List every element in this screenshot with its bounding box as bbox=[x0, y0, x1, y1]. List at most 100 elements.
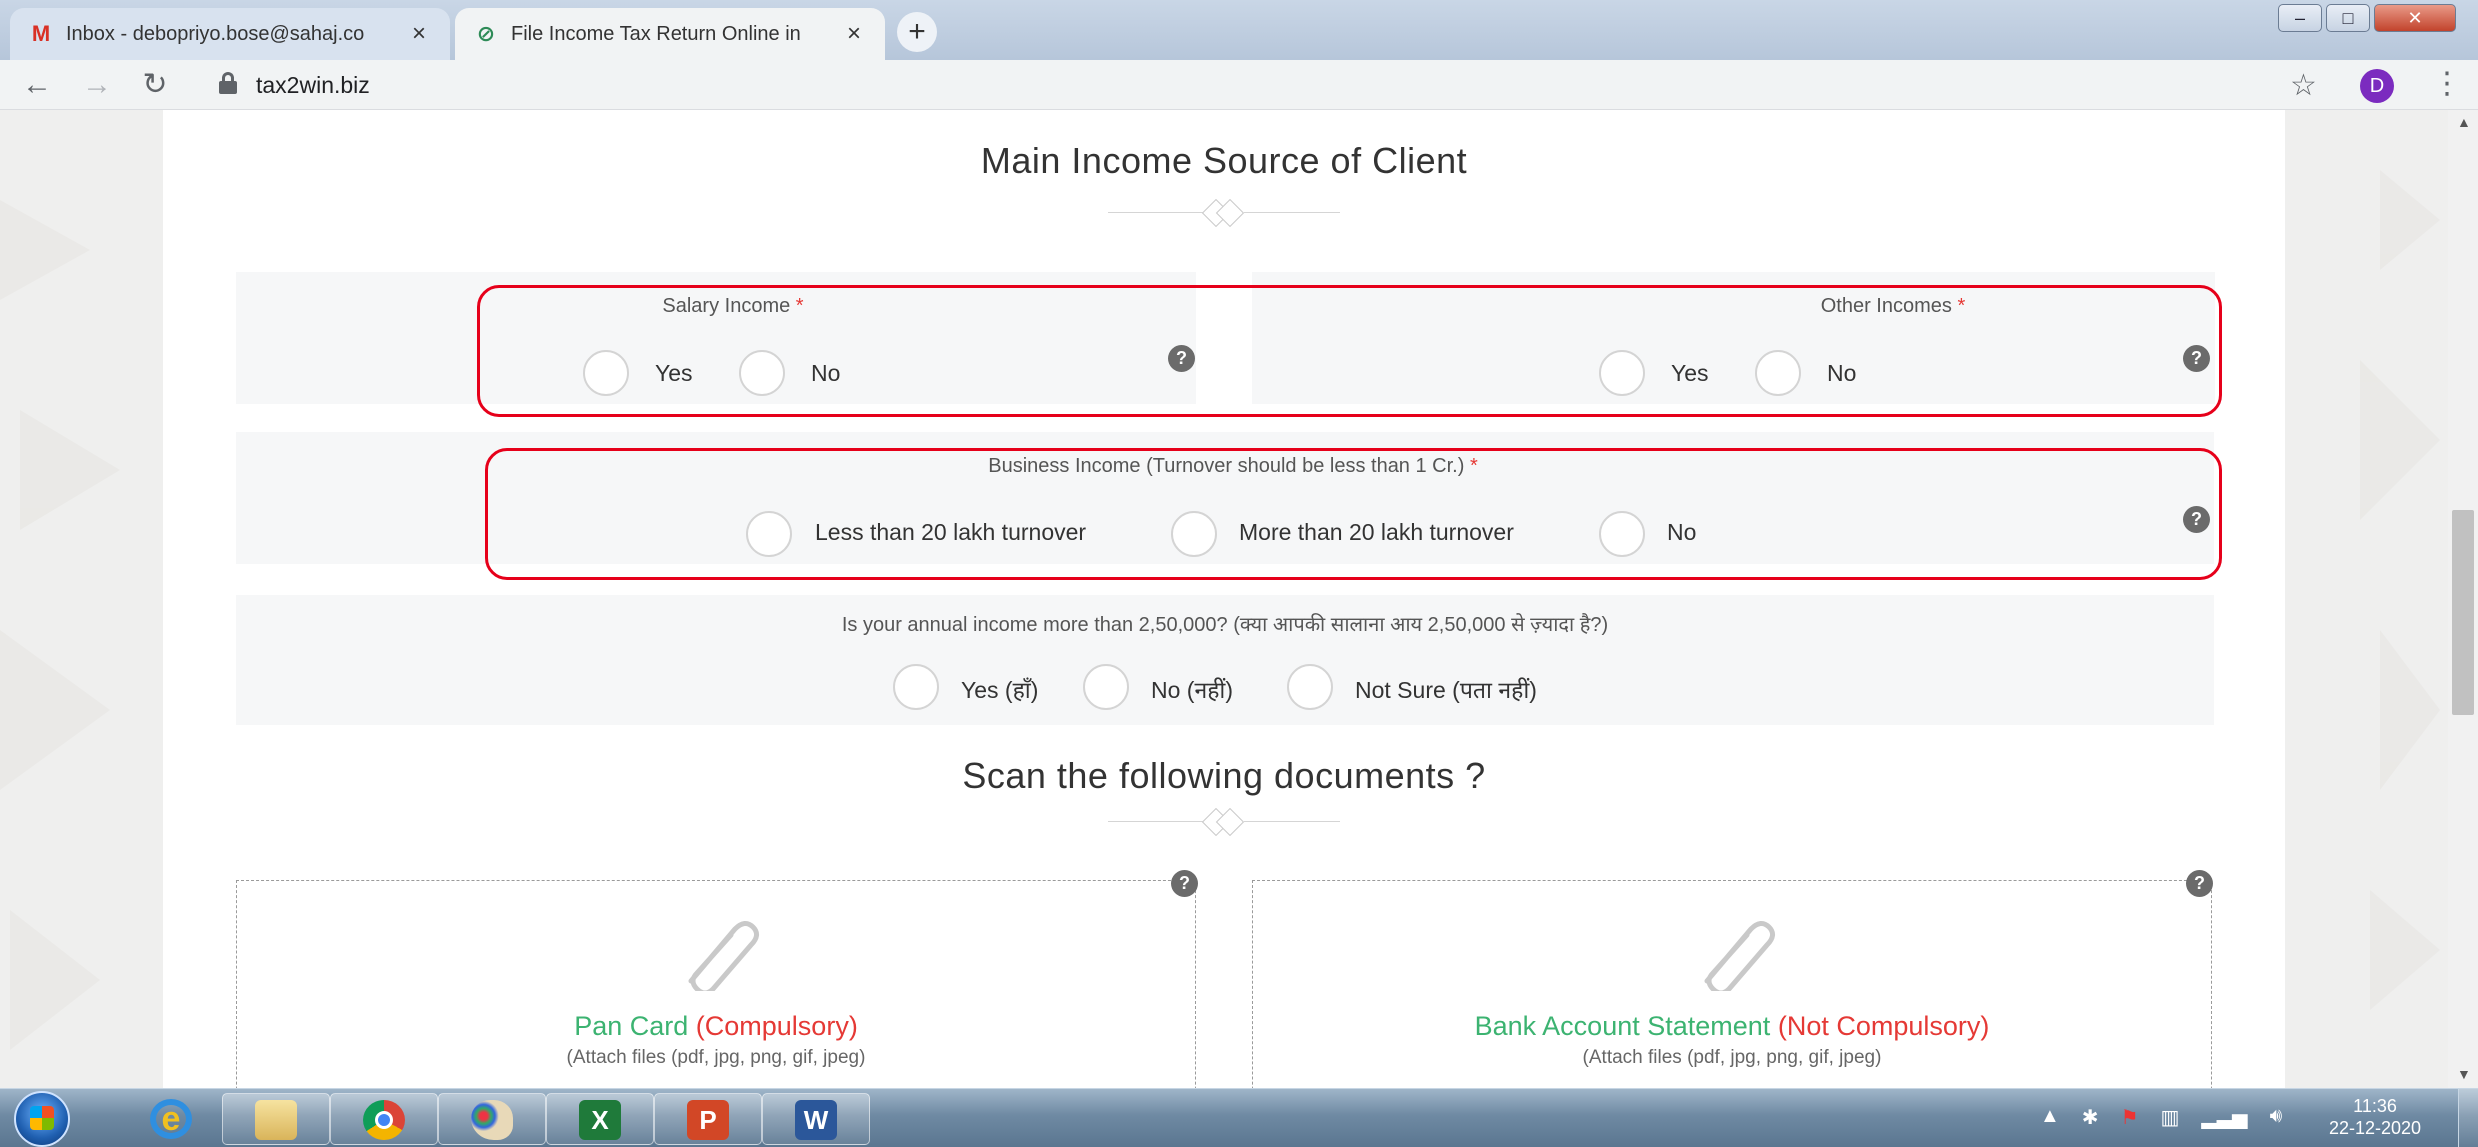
annual-yes-radio[interactable] bbox=[893, 664, 939, 710]
taskbar-excel[interactable]: X bbox=[546, 1093, 654, 1145]
pan-card-status: (Compulsory) bbox=[695, 1011, 858, 1041]
paperclip-icon bbox=[688, 921, 759, 991]
taskbar-powerpoint[interactable]: P bbox=[654, 1093, 762, 1145]
required-asterisk: * bbox=[1469, 455, 1478, 477]
annual-no-radio[interactable] bbox=[1083, 664, 1129, 710]
business-no-label[interactable]: No bbox=[1667, 519, 1696, 546]
other-yes-label[interactable]: Yes bbox=[1671, 360, 1709, 387]
income-section-title: Main Income Source of Client bbox=[980, 140, 1468, 181]
gmail-icon: M bbox=[31, 21, 51, 46]
taskbar-clock[interactable]: 11:36 22-12-2020 bbox=[2320, 1095, 2430, 1139]
business-no-radio[interactable] bbox=[1599, 511, 1645, 557]
window-controls: – □ ✕ bbox=[2278, 4, 2456, 32]
salary-no-radio[interactable] bbox=[739, 350, 785, 396]
show-desktop-button[interactable] bbox=[2458, 1089, 2478, 1147]
bank-statement-name: Bank Account Statement bbox=[1474, 1011, 1771, 1041]
menu-kebab-icon[interactable]: ⋮ bbox=[2432, 66, 2462, 101]
minimize-button[interactable]: – bbox=[2278, 4, 2322, 32]
business-more-20-lakh-label[interactable]: More than 20 lakh turnover bbox=[1239, 519, 1514, 546]
bank-statement-status: (Not Compulsory) bbox=[1777, 1011, 1990, 1041]
reload-icon[interactable]: ↻ bbox=[136, 66, 174, 104]
scroll-down-arrow-icon[interactable]: ▼ bbox=[2457, 1066, 2471, 1082]
paint-icon bbox=[471, 1100, 513, 1140]
business-income-label-text: Business Income (Turnover should be less… bbox=[988, 455, 1465, 477]
volume-icon[interactable]: 🔊︎ bbox=[2270, 1105, 2283, 1130]
forward-arrow-icon[interactable]: → bbox=[78, 66, 116, 104]
annual-no-label[interactable]: No (नहीं) bbox=[1151, 673, 1233, 705]
bluetooth-icon[interactable]: ✱ bbox=[2082, 1105, 2099, 1130]
windows-logo-icon bbox=[30, 1106, 54, 1130]
salary-income-label-text: Salary Income bbox=[662, 295, 791, 317]
salary-yes-radio[interactable] bbox=[583, 350, 629, 396]
maximize-button[interactable]: □ bbox=[2326, 4, 2370, 32]
word-icon: W bbox=[795, 1100, 837, 1140]
other-help-icon[interactable]: ? bbox=[2183, 345, 2210, 372]
taskbar-file-explorer[interactable] bbox=[222, 1093, 330, 1145]
bank-statement-help-icon[interactable]: ? bbox=[2186, 870, 2213, 897]
salary-yes-label[interactable]: Yes bbox=[655, 360, 693, 387]
bookmark-star-icon[interactable]: ☆ bbox=[2290, 68, 2317, 103]
pan-card-hint: (Attach files (pdf, jpg, png, gif, jpeg) bbox=[566, 1047, 866, 1068]
scroll-up-arrow-icon[interactable]: ▲ bbox=[2457, 114, 2471, 130]
new-tab-button[interactable]: + bbox=[897, 12, 937, 52]
profile-avatar[interactable]: D bbox=[2360, 69, 2394, 103]
chrome-icon bbox=[363, 1100, 405, 1140]
section-divider bbox=[1108, 807, 1340, 837]
annual-not-sure-label[interactable]: Not Sure (पता नहीं) bbox=[1355, 673, 1537, 705]
other-incomes-label: Other Incomes * bbox=[1543, 295, 2243, 318]
vertical-scrollbar[interactable]: ▲ ▼ bbox=[2448, 110, 2478, 1088]
signal-icon[interactable]: ▂▃▅ bbox=[2201, 1105, 2247, 1130]
show-hidden-icons-arrow-icon[interactable]: ▲ bbox=[2040, 1105, 2060, 1130]
bank-statement-title: Bank Account Statement (Not Compulsory) bbox=[1253, 1011, 2211, 1042]
section-divider bbox=[1108, 198, 1340, 228]
scrollbar-thumb[interactable] bbox=[2452, 510, 2474, 715]
other-yes-radio[interactable] bbox=[1599, 350, 1645, 396]
business-less-20-lakh-label[interactable]: Less than 20 lakh turnover bbox=[815, 519, 1086, 546]
browser-toolbar: ← → ↻ tax2win.biz ☆ D ⋮ bbox=[0, 60, 2478, 110]
powerpoint-icon: P bbox=[687, 1100, 729, 1140]
tax2win-icon: ⊘ bbox=[476, 21, 496, 46]
taskbar-word[interactable]: W bbox=[762, 1093, 870, 1145]
business-more-20-lakh-radio[interactable] bbox=[1171, 511, 1217, 557]
pan-card-title: Pan Card (Compulsory) bbox=[237, 1011, 1195, 1042]
scan-section-title: Scan the following documents ? bbox=[962, 755, 1486, 796]
required-asterisk: * bbox=[795, 295, 804, 317]
tab-title: Inbox - debopriyo.bose@sahaj.co bbox=[66, 22, 365, 45]
pan-card-upload[interactable]: Pan Card (Compulsory) (Attach files (pdf… bbox=[236, 880, 1196, 1088]
system-tray: ▲ ✱ ⚑ ▥ ▂▃▅ 🔊︎ bbox=[2040, 1105, 2282, 1130]
bank-statement-upload[interactable]: Bank Account Statement (Not Compulsory) … bbox=[1252, 880, 2212, 1088]
annual-yes-label[interactable]: Yes (हाँ) bbox=[961, 673, 1038, 705]
tab-tax2win[interactable]: ⊘ File Income Tax Return Online in × bbox=[455, 8, 885, 60]
action-center-flag-icon[interactable]: ⚑ bbox=[2121, 1105, 2139, 1130]
address-bar[interactable] bbox=[200, 66, 2260, 104]
annual-not-sure-radio[interactable] bbox=[1287, 664, 1333, 710]
url-text[interactable]: tax2win.biz bbox=[256, 72, 370, 99]
salary-no-label[interactable]: No bbox=[811, 360, 840, 387]
internet-explorer-icon: e bbox=[150, 1099, 192, 1139]
taskbar-internet-explorer[interactable]: e bbox=[118, 1093, 226, 1145]
page-viewport: Main Income Source of Client Salary Inco… bbox=[0, 110, 2478, 1088]
business-income-label: Business Income (Turnover should be less… bbox=[463, 455, 2003, 478]
other-no-radio[interactable] bbox=[1755, 350, 1801, 396]
annual-income-question: Is your annual income more than 2,50,000… bbox=[841, 614, 1609, 636]
bank-statement-hint: (Attach files (pdf, jpg, png, gif, jpeg) bbox=[1582, 1047, 1882, 1068]
lock-icon[interactable] bbox=[218, 70, 238, 98]
taskbar-paint[interactable] bbox=[438, 1093, 546, 1145]
taskbar-chrome[interactable] bbox=[330, 1093, 438, 1145]
window-close-button[interactable]: ✕ bbox=[2374, 4, 2456, 32]
tab-close-icon[interactable]: × bbox=[406, 20, 432, 48]
business-less-20-lakh-radio[interactable] bbox=[746, 511, 792, 557]
tab-gmail-inbox[interactable]: M Inbox - debopriyo.bose@sahaj.co × bbox=[10, 8, 450, 60]
tab-close-icon[interactable]: × bbox=[841, 20, 867, 48]
salary-help-icon[interactable]: ? bbox=[1168, 345, 1195, 372]
required-asterisk: * bbox=[1957, 295, 1966, 317]
clock-time: 11:36 bbox=[2353, 1096, 2397, 1116]
excel-icon: X bbox=[579, 1100, 621, 1140]
network-icon[interactable]: ▥ bbox=[2161, 1105, 2180, 1130]
start-button[interactable] bbox=[14, 1091, 70, 1147]
browser-tab-strip: M Inbox - debopriyo.bose@sahaj.co × ⊘ Fi… bbox=[0, 0, 2478, 60]
back-arrow-icon[interactable]: ← bbox=[18, 66, 56, 104]
other-no-label[interactable]: No bbox=[1827, 360, 1856, 387]
pan-card-help-icon[interactable]: ? bbox=[1171, 870, 1198, 897]
business-help-icon[interactable]: ? bbox=[2183, 506, 2210, 533]
